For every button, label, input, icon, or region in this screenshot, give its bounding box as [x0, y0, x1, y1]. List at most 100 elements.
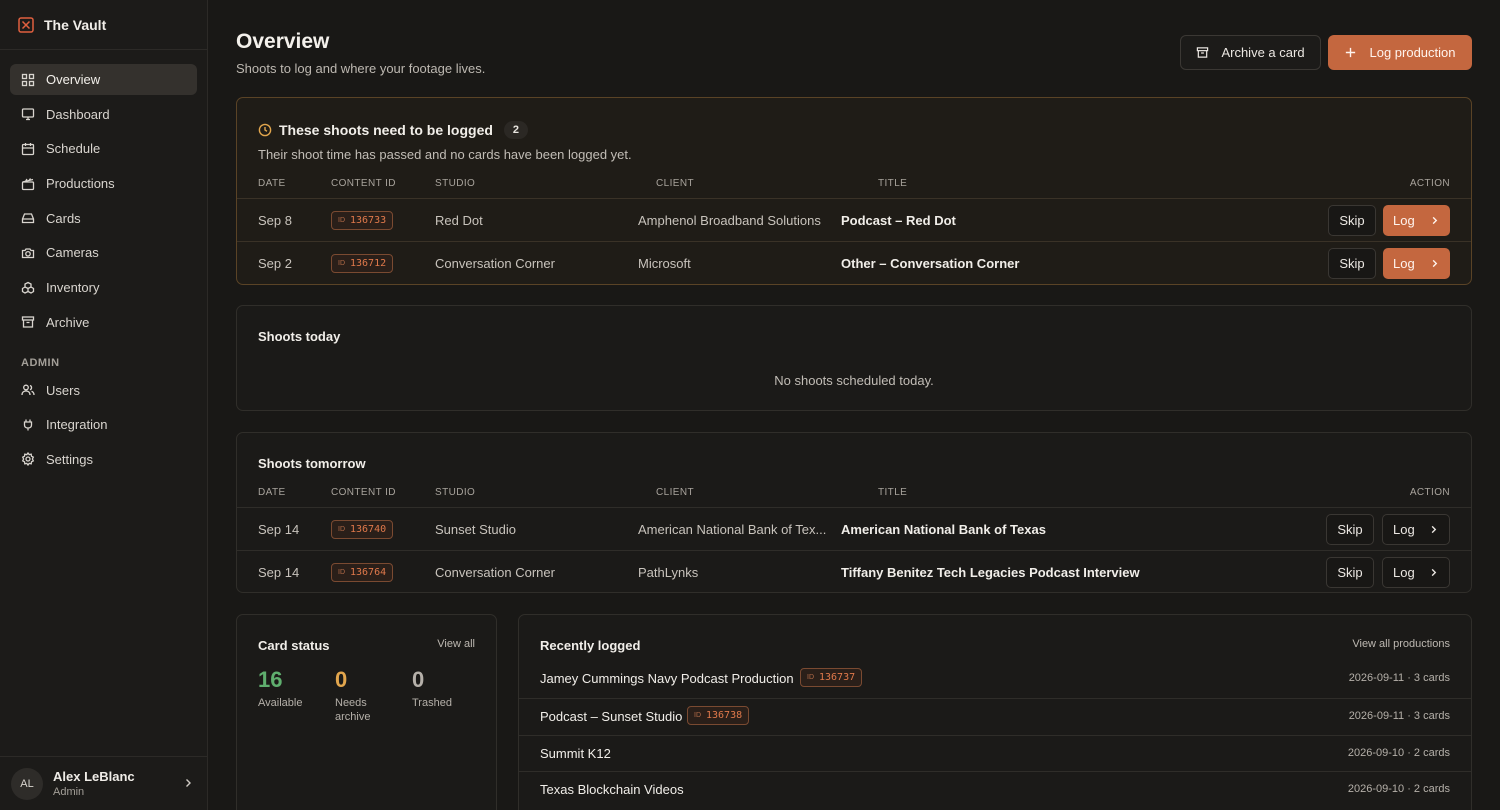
stat-value: 16 [258, 667, 283, 692]
row-date: Sep 14 [258, 522, 300, 537]
vault-logo-icon [18, 16, 34, 33]
overdue-title: These shoots need to be logged [279, 122, 493, 138]
user-name: Alex LeBlanc [53, 769, 135, 784]
production-name: Summit K12 [540, 746, 611, 761]
card-status-view-all-link[interactable]: View all [437, 638, 475, 650]
col-date: DATE [258, 178, 286, 189]
recently-logged-title: Recently logged [540, 638, 641, 653]
archive-icon [1197, 47, 1209, 58]
sidebar-item-users[interactable]: Users [10, 375, 197, 406]
users-icon [21, 384, 35, 396]
sidebar-item-schedule[interactable]: Schedule [10, 133, 197, 164]
col-date: DATE [258, 487, 286, 498]
sidebar-item-cards[interactable]: Cards [10, 203, 197, 234]
production-name: Texas Blockchain Videos [540, 782, 684, 797]
sidebar-item-label: Integration [46, 417, 108, 433]
production-meta: 2026-09-11 · 3 cards [1348, 672, 1450, 684]
skip-button[interactable]: Skip [1328, 205, 1376, 236]
user-menu[interactable]: AL Alex LeBlanc Admin [0, 756, 207, 810]
skip-button[interactable]: Skip [1326, 514, 1374, 545]
overdue-shoots-panel: These shoots need to be logged 2 Their s… [236, 97, 1472, 285]
sidebar-item-dashboard[interactable]: Dashboard [10, 99, 197, 130]
col-action: ACTION [1409, 487, 1450, 498]
sidebar-nav: Overview Dashboard Schedule Productions … [0, 50, 207, 475]
content-id: 136737 [819, 672, 856, 683]
table-header: DATE CONTENT ID STUDIO CLIENT TITLE ACTI… [237, 178, 1471, 194]
log-button[interactable]: Log [1382, 514, 1450, 545]
sidebar-item-archive[interactable]: Archive [10, 307, 197, 338]
log-button[interactable]: Log [1383, 205, 1450, 236]
stat-label: Needs archive [335, 697, 371, 723]
sidebar-item-integration[interactable]: Integration [10, 409, 197, 440]
sidebar-item-productions[interactable]: Productions [10, 168, 197, 199]
view-all-productions-link[interactable]: View all productions [1352, 638, 1450, 650]
sidebar-item-label: Inventory [46, 280, 100, 296]
table-row: Sep 14 ID 136764 Conversation Corner Path… [237, 550, 1471, 593]
brand[interactable]: The Vault [0, 0, 207, 50]
skip-button[interactable]: Skip [1328, 248, 1376, 279]
list-item[interactable]: Podcast – Sunset Studio ID 136738 2026-09… [519, 698, 1471, 735]
log-label: Log [1393, 213, 1415, 228]
log-label: Log [1393, 256, 1415, 271]
content-id-tag[interactable]: ID 136712 [331, 254, 394, 273]
stat-available[interactable]: 16 Available [258, 667, 302, 710]
sidebar-item-settings[interactable]: Settings [10, 444, 197, 475]
id-prefix: ID [694, 712, 701, 719]
table-row: Sep 2 ID 136712 Conversation Corner Micro… [237, 241, 1471, 284]
clapper-icon [21, 177, 35, 190]
table-row: Sep 8 ID 136733 Red Dot Amphenol Broadban… [237, 198, 1471, 241]
list-item[interactable]: Texas Blockchain Videos 2026-09-10 · 2 c… [519, 771, 1471, 808]
sidebar-item-overview[interactable]: Overview [10, 64, 197, 95]
row-studio: Red Dot [435, 213, 483, 228]
log-production-button[interactable]: Log production [1328, 35, 1472, 70]
archive-card-label: Archive a card [1221, 45, 1305, 60]
production-meta: 2026-09-10 · 2 cards [1347, 783, 1450, 795]
admin-section-label: ADMIN [21, 356, 60, 369]
col-studio: STUDIO [435, 487, 476, 498]
production-name: Podcast – Sunset Studio [540, 709, 683, 724]
page-subtitle: Shoots to log and where your footage liv… [236, 61, 486, 76]
content-id-tag[interactable]: ID 136764 [331, 563, 394, 582]
sidebar-item-label: Users [46, 382, 80, 398]
shoots-today-title: Shoots today [258, 329, 341, 344]
app-name: The Vault [44, 16, 107, 33]
plug-icon [23, 419, 33, 431]
sidebar-item-label: Archive [46, 314, 90, 330]
content-id-tag[interactable]: ID 136738 [687, 706, 750, 725]
row-date: Sep 8 [258, 213, 292, 228]
content-id: 136764 [350, 567, 387, 578]
plus-icon [1346, 47, 1356, 58]
row-client: PathLynks [638, 565, 699, 580]
log-button[interactable]: Log [1382, 557, 1450, 588]
archive-icon [21, 316, 35, 328]
sidebar-item-inventory[interactable]: Inventory [10, 272, 197, 303]
stat-trashed[interactable]: 0 Trashed [412, 667, 452, 710]
list-item[interactable]: Summit K12 2026-09-10 · 2 cards [519, 735, 1471, 772]
stat-value: 0 [335, 667, 348, 692]
stat-needs-archive[interactable]: 0 Needs archive [335, 667, 395, 724]
content-id: 136740 [350, 524, 387, 535]
chevron-right-icon [1432, 216, 1438, 225]
content-id-tag[interactable]: ID 136737 [800, 668, 863, 687]
list-item[interactable]: Jamey Cummings Navy Podcast Production I… [519, 661, 1471, 698]
content-id: 136738 [706, 710, 743, 721]
skip-button[interactable]: Skip [1326, 557, 1374, 588]
log-button[interactable]: Log [1383, 248, 1450, 279]
sidebar-item-label: Overview [46, 72, 101, 87]
chevron-right-icon [186, 779, 191, 787]
chevron-right-icon [1431, 525, 1437, 534]
row-studio: Sunset Studio [435, 522, 516, 537]
sidebar-item-label: Cards [46, 210, 81, 226]
col-title: TITLE [878, 178, 908, 189]
shoots-tomorrow-panel: Shoots tomorrow DATE CONTENT ID STUDIO C… [236, 432, 1472, 593]
sidebar-item-cameras[interactable]: Cameras [10, 237, 197, 268]
boxes-icon [21, 281, 35, 294]
archive-card-button[interactable]: Archive a card [1180, 35, 1321, 70]
content-id-tag[interactable]: ID 136740 [331, 520, 394, 539]
content-id-tag[interactable]: ID 136733 [331, 211, 394, 230]
row-studio: Conversation Corner [435, 256, 555, 271]
shoots-tomorrow-title: Shoots tomorrow [258, 456, 366, 471]
overdue-count-badge: 2 [503, 121, 528, 139]
card-status-title: Card status [258, 638, 330, 653]
content-id: 136733 [350, 215, 387, 226]
